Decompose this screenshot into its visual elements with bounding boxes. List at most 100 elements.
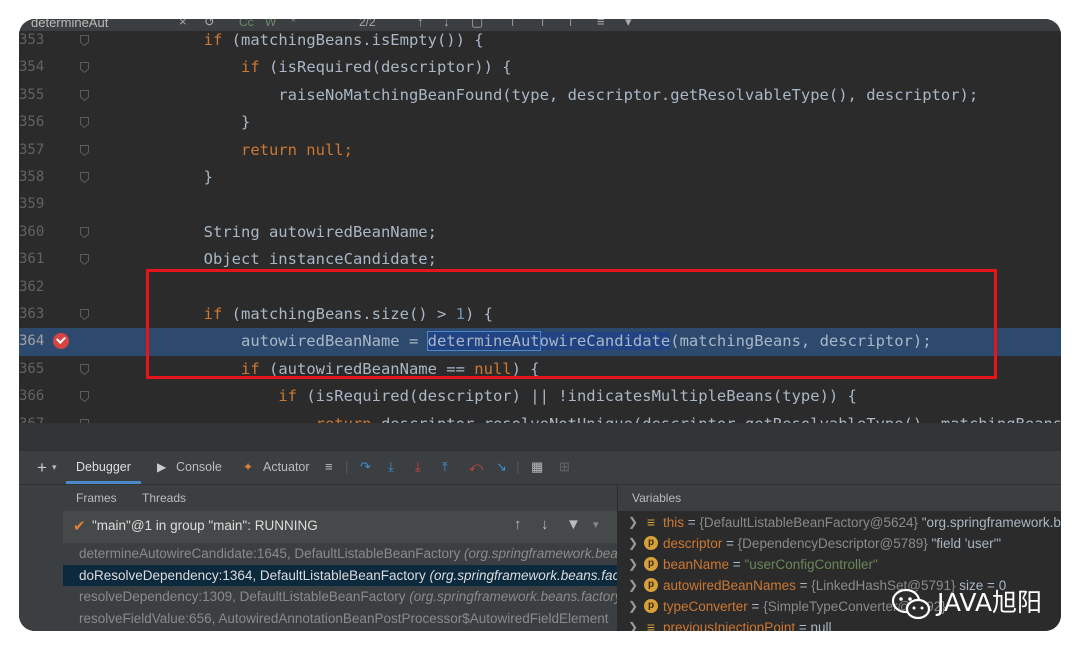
drop-frame-icon[interactable]: ⤺ [469,460,483,474]
select-all-occurrences-icon[interactable]: ▢ [471,19,483,30]
fold-marker-icon[interactable] [80,172,89,183]
expand-arrow-icon[interactable]: ❯ [628,575,638,596]
funnel-icon[interactable]: ▾ [625,19,632,30]
fold-marker-icon[interactable] [80,35,89,46]
remove-occurrence-icon[interactable]: ⊤ [537,19,548,30]
previous-match-icon[interactable]: ↑ [417,19,424,29]
tab-console[interactable]: Console [176,451,222,484]
code-line[interactable]: 357 return null; [19,137,1061,164]
fold-marker-icon[interactable] [80,117,89,129]
stack-frame-row[interactable]: determineAutowireCandidate:1645, Default… [63,543,617,565]
stack-frame-row[interactable]: doResolveDependency:1364, DefaultListabl… [63,564,617,586]
code-line[interactable]: 366 if (isRequired(descriptor) || !indic… [19,383,1061,410]
parameter-icon: p [644,557,658,571]
line-number[interactable]: 360 [19,219,44,246]
filter-icon[interactable]: ≡ [597,19,605,29]
line-number[interactable]: 354 [19,54,44,81]
line-number[interactable]: 363 [19,301,44,328]
debug-subheader: Frames Threads Variables [19,485,1061,511]
expand-arrow-icon[interactable]: ❯ [628,554,638,575]
code-text: if (matchingBeans.isEmpty()) { [203,31,484,49]
find-input[interactable]: determineAut [31,19,108,30]
step-out-icon[interactable]: ⤒ [442,460,448,474]
tab-frames[interactable]: Frames [76,485,117,511]
expand-arrow-icon[interactable]: ❯ [628,533,638,554]
line-number[interactable]: 361 [19,246,44,273]
run-to-cursor-icon[interactable]: ↘ [496,460,507,474]
fold-marker-icon[interactable] [80,309,89,320]
evaluate-expression-icon[interactable]: ▦ [531,460,543,474]
line-number[interactable]: 356 [19,109,44,136]
line-number[interactable]: 365 [19,356,44,383]
frames-panel: ✔ "main"@1 in group "main": RUNNING ↑ ↓ … [19,511,617,631]
tab-threads[interactable]: Threads [142,485,186,511]
regex-toggle[interactable]: * [291,19,296,29]
stack-frame-row[interactable]: resolveFieldValue:656, AutowiredAnnotati… [63,608,617,630]
expand-arrow-icon[interactable]: ❯ [628,512,638,533]
step-over-icon[interactable]: ↷ [360,460,371,474]
frame-method: resolveDependency:1309, DefaultListableB… [79,589,410,604]
frame-package: (org.springframework.beans.factory.suppo… [409,589,617,604]
code-line[interactable]: 353 if (matchingBeans.isEmpty()) { [19,31,1061,54]
code-line[interactable]: 367 return descriptor.resolveNotUnique(d… [19,411,1061,423]
expand-arrow-icon[interactable]: ❯ [628,617,638,631]
force-step-into-icon[interactable]: ⤓ [415,460,421,474]
add-occurrence-icon[interactable]: ⊤ [507,19,518,30]
line-number[interactable]: 367 [19,411,44,423]
code-line[interactable]: 356 } [19,109,1061,136]
code-line[interactable]: 360 String autowiredBeanName; [19,219,1061,246]
match-case-toggle[interactable]: Cc [239,19,254,29]
line-number[interactable]: 355 [19,82,44,109]
trace-icon[interactable]: ⊞ [559,460,570,474]
field-list-icon: ≡ [646,514,656,530]
code-text: } [129,168,213,186]
tab-actuator[interactable]: Actuator [263,451,310,484]
menu-icon[interactable]: ≡ [325,460,333,474]
step-into-icon[interactable]: ⤓ [388,460,394,474]
stack-frame-row[interactable]: resolveDependency:1309, DefaultListableB… [63,586,617,608]
frame-package: (org.springframework.beans.factory.suppo… [463,546,617,561]
variables-title: Variables [632,491,682,505]
parameter-icon: p [644,578,658,592]
line-number[interactable]: 357 [19,137,44,164]
code-line[interactable]: 354 if (isRequired(descriptor)) { [19,54,1061,81]
fold-marker-icon[interactable] [80,89,89,101]
expand-arrow-icon[interactable]: ❯ [628,596,638,617]
code-text: if (isRequired(descriptor) || !indicates… [278,387,857,406]
fold-marker-icon[interactable] [80,391,89,403]
dropdown-icon[interactable]: ▾ [52,451,57,484]
fold-marker-icon[interactable] [80,144,89,156]
line-number[interactable]: 364 [19,328,44,355]
next-match-icon[interactable]: ↓ [443,19,450,29]
fold-marker-icon[interactable] [80,363,89,375]
code-text: if (isRequired(descriptor)) { [240,58,512,77]
fold-marker-icon[interactable] [80,226,89,238]
history-icon[interactable]: ↺ [204,19,215,30]
select-all-icon[interactable]: ⊤ [565,19,576,30]
line-number[interactable]: 358 [19,164,44,191]
variable-row[interactable]: ❯ p descriptor = {DependencyDescriptor@578… [618,533,1061,554]
code-line[interactable]: 358 } [19,164,1061,191]
fold-marker-icon[interactable] [80,62,89,74]
variable-row[interactable]: ❯ ≡ this = {DefaultListableBeanFactory@562… [618,512,1061,533]
tab-debugger[interactable]: Debugger [66,451,141,484]
frame-list: determineAutowireCandidate:1645, Default… [63,511,617,631]
frame-method: doResolveDependency:1364, DefaultListabl… [79,567,430,583]
add-icon[interactable]: + [37,451,47,484]
line-number[interactable]: 353 [19,31,44,54]
clear-search-icon[interactable]: × [179,19,187,29]
code-line[interactable]: 355 raiseNoMatchingBeanFound(type, descr… [19,82,1061,109]
find-bar: determineAut × ↺ Cc W * 2/2 ↑ ↓ ▢ ⊤ ⊤ ⊤ … [19,19,1061,31]
code-line[interactable]: 359 [19,191,1061,218]
line-number[interactable]: 366 [19,383,44,410]
fold-marker-icon[interactable] [80,254,89,266]
breakpoint-icon[interactable] [53,333,69,350]
whole-words-toggle[interactable]: W [265,19,276,29]
code-text: } [129,113,251,132]
line-number[interactable]: 359 [19,191,44,218]
frame-method: resolveFieldValue:656, AutowiredAnnotati… [79,610,609,626]
line-number[interactable]: 362 [19,274,44,301]
code-text: String autowiredBeanName; [129,222,437,241]
code-text: return descriptor.resolveNotUnique(descr… [129,411,1061,423]
variable-row[interactable]: ❯ p beanName = "userConfigController" [618,554,1061,575]
